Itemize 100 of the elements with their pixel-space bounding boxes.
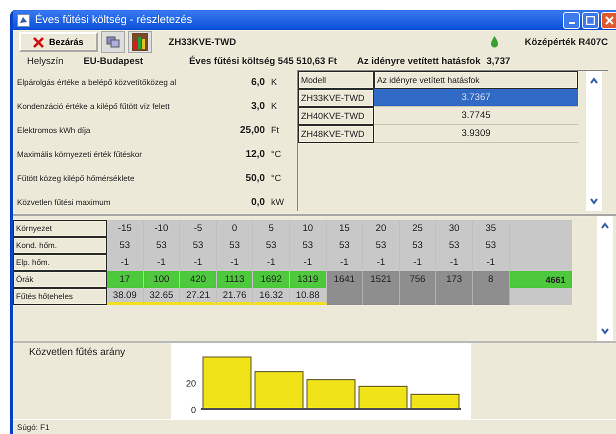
table-cell: 53 [216,237,254,254]
table-cell: -1 [363,254,400,272]
maximize-button[interactable] [582,12,599,28]
scrollbar[interactable] [586,71,602,212]
table-cell [363,288,400,306]
table-cell: 15 [326,220,364,238]
parameter-value: 50,0 [244,172,265,184]
model-name: ZH33KVE-TWD [168,36,236,48]
parameter-unit: K [270,101,278,112]
row-header: Környezet [13,220,107,238]
efficiency-cell[interactable]: 3.7367 [374,89,578,108]
table-cell: -15 [107,220,144,238]
table-cell: 17 [107,271,144,288]
scrollbar[interactable] [597,216,613,342]
table-cell: -1 [180,254,217,272]
parameter-label: Közvetlen fűtési maximum [17,198,112,207]
axis-tick-label: 20 [186,378,196,388]
table-cell: 38.09 [107,288,144,306]
maximize-icon [586,16,595,24]
table-cell: 10.88 [290,288,327,306]
copy-icon [106,36,120,48]
table-cell: 16.32 [253,288,290,306]
row-header: Elp. hőm. [13,254,107,272]
table-cell [436,288,473,306]
table-cell: 1641 [326,271,364,288]
refrigerant-label: Középérték R407C [524,36,608,48]
table-cell [510,288,572,306]
bar [306,379,356,410]
table-cell: -1 [326,254,364,272]
table-cell: -1 [216,254,254,272]
table-cell: 21.76 [216,288,254,306]
table-cell [400,288,436,306]
chart-title: Közvetlen fűtés arány [28,346,126,360]
chart-button[interactable] [128,31,152,54]
window-title: Éves fűtési költség - részletezés [35,14,192,26]
table-cell: -1 [253,254,290,272]
table-cell: -5 [180,220,217,238]
copy-button[interactable] [100,31,125,54]
x-icon [33,36,44,48]
close-icon [605,16,614,24]
table-cell: 30 [436,220,473,238]
table-cell: 53 [290,237,327,254]
table-cell: 35 [472,220,510,238]
location-label: Helyszín [27,56,64,67]
efficiency-value: 3,737 [486,56,510,67]
table-cell: -1 [436,254,473,272]
parameter-unit: °C [270,173,282,184]
table-cell: 27.21 [180,288,217,306]
table-cell: 0 [216,220,254,238]
table-cell: 100 [144,271,180,288]
table-cell: 53 [180,237,217,254]
close-window-button[interactable]: Bezárás [19,32,98,52]
row-header: Fűtés hőteheles [13,288,107,306]
table-cell [510,220,572,238]
table-cell: 53 [436,237,473,254]
table-cell: 53 [363,237,400,254]
table-cell: 20 [363,220,400,238]
table-cell: 53 [253,237,290,254]
table-cell [472,288,510,306]
table-cell [326,288,364,306]
table-cell: 25 [400,220,436,238]
table-cell: -1 [144,254,180,272]
close-button[interactable] [601,12,616,28]
efficiency-cell[interactable]: 3.9309 [374,125,578,144]
table-cell [510,254,572,272]
bar [254,371,304,410]
parameter-label: Kondenzáció értéke a kilépő fűtött víz felett [17,102,171,111]
column-header[interactable]: Modell [298,71,374,90]
table-cell: 420 [180,271,217,288]
parameter-label: Elektromos kWh díja [17,126,92,135]
table-cell: 173 [436,271,473,288]
bar [410,394,460,410]
status-drop-icon [490,36,498,48]
parameter-label: Maximális környezeti érték fűtéskor [17,150,143,159]
table-cell: 32.65 [144,288,180,306]
table-cell: -1 [107,254,144,272]
efficiency-label: Az idényre vetített hatásfok [356,56,480,67]
row-header: Órák [13,271,107,288]
table-cell: 53 [472,237,510,254]
table-cell: -1 [400,254,436,272]
parameter-label: Fűtött közeg kilépő hőmérséklete [17,174,136,183]
parameter-unit: °C [270,149,282,160]
parameter-label: Elpárolgás értéke a belépő közvetítőközeg al [17,78,178,87]
table-cell: 1692 [253,271,290,288]
minimize-button[interactable] [563,12,580,28]
efficiency-cell[interactable]: 3.7745 [374,107,578,126]
bar [202,356,252,410]
parameter-unit: K [270,77,278,88]
model-cell[interactable]: ZH40KVE-TWD [298,107,374,126]
table-cell: 53 [400,237,436,254]
table-cell: 53 [107,237,144,254]
model-cell[interactable]: ZH33KVE-TWD [298,89,374,108]
model-cell[interactable]: ZH48KVE-TWD [298,125,374,144]
location-value: EU-Budapest [83,56,144,67]
column-header[interactable]: Az idényre vetített hatásfok [374,71,578,90]
table-cell: 8 [472,271,510,288]
table-cell: 1521 [363,271,400,288]
table-cell: 1319 [290,271,327,288]
table-cell: -10 [144,220,180,238]
table-cell: 1113 [216,271,254,288]
